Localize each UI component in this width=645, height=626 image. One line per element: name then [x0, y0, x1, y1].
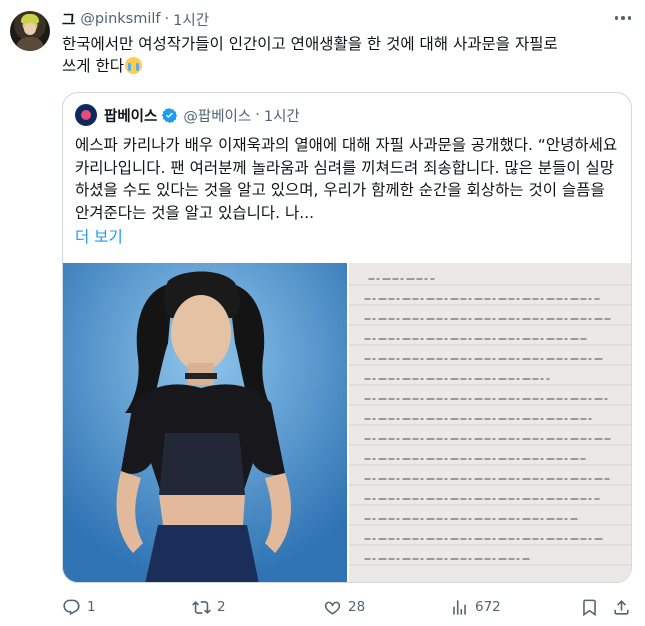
quote-timestamp: 1시간	[263, 108, 300, 125]
avatar-cap	[21, 14, 39, 23]
share-button[interactable]	[612, 596, 631, 618]
timestamp[interactable]: 1시간	[173, 9, 209, 30]
handwritten-letter-photo[interactable]	[349, 263, 631, 582]
tweet-text-line-1: 한국에서만 여성작가들이 인간이고 연애생활을 한 것에 대해 사과문을 자필로	[62, 35, 558, 53]
more-options-icon[interactable]	[612, 10, 634, 26]
tweet-text-line-2-text: 쓰게 한다	[62, 57, 124, 75]
repost-button[interactable]: 2	[192, 596, 226, 618]
reply-icon	[63, 599, 80, 615]
user-handle[interactable]: @pinksmilf	[80, 11, 160, 27]
tweet-text: 한국에서만 여성작가들이 인간이고 연애생활을 한 것에 대해 사과문을 자필로…	[62, 33, 632, 77]
action-bar: 1 2 28 672	[62, 596, 634, 618]
separator-dot: ·	[164, 11, 170, 27]
tweet-text-line-2: 쓰게 한다	[62, 55, 632, 77]
quote-media	[63, 263, 631, 582]
quote-separator-dot: ·	[255, 107, 260, 123]
share-icon	[614, 599, 629, 615]
tweet: 그 @pinksmilf · 1시간 한국에서만 여성작가들이 인간이고 연애생…	[0, 0, 645, 626]
avatar-face	[24, 23, 36, 35]
heart-icon	[324, 601, 341, 615]
photo-portrait[interactable]	[63, 263, 347, 582]
tweet-header: 그 @pinksmilf · 1시간	[62, 8, 209, 30]
views-count: 672	[475, 599, 501, 615]
quote-header: 팝베이스 @팝베이스 · 1시간	[75, 103, 300, 127]
bookmark-button[interactable]	[580, 596, 599, 618]
like-count: 28	[348, 599, 366, 615]
avatar-body	[16, 37, 44, 51]
quoted-tweet[interactable]: 팝베이스 @팝베이스 · 1시간 에스파 카리나가 배우 이재욱과의 열애에 대…	[62, 92, 632, 583]
repost-icon	[192, 600, 211, 614]
display-name[interactable]: 그	[62, 9, 75, 30]
quote-avatar	[75, 104, 97, 126]
quote-text: 에스파 카리나가 배우 이재욱과의 열애에 대해 자필 사과문을 공개했다. “…	[75, 136, 618, 222]
crying-face-emoji-icon	[124, 57, 142, 74]
like-button[interactable]: 28	[323, 596, 365, 618]
quote-display-name: 팝베이스	[104, 108, 158, 125]
verified-badge-icon	[162, 107, 178, 123]
portrait-illustration	[63, 263, 347, 582]
show-more-link[interactable]: 더 보기	[75, 225, 123, 247]
views-chart-icon	[453, 599, 466, 615]
views-button[interactable]: 672	[450, 596, 501, 618]
reply-count: 1	[87, 599, 96, 615]
letter-illustration	[349, 263, 631, 582]
reply-button[interactable]: 1	[62, 596, 96, 618]
repost-count: 2	[217, 599, 226, 615]
bookmark-icon	[583, 599, 596, 616]
avatar[interactable]	[10, 11, 50, 51]
quote-handle: @팝베이스	[183, 108, 252, 125]
